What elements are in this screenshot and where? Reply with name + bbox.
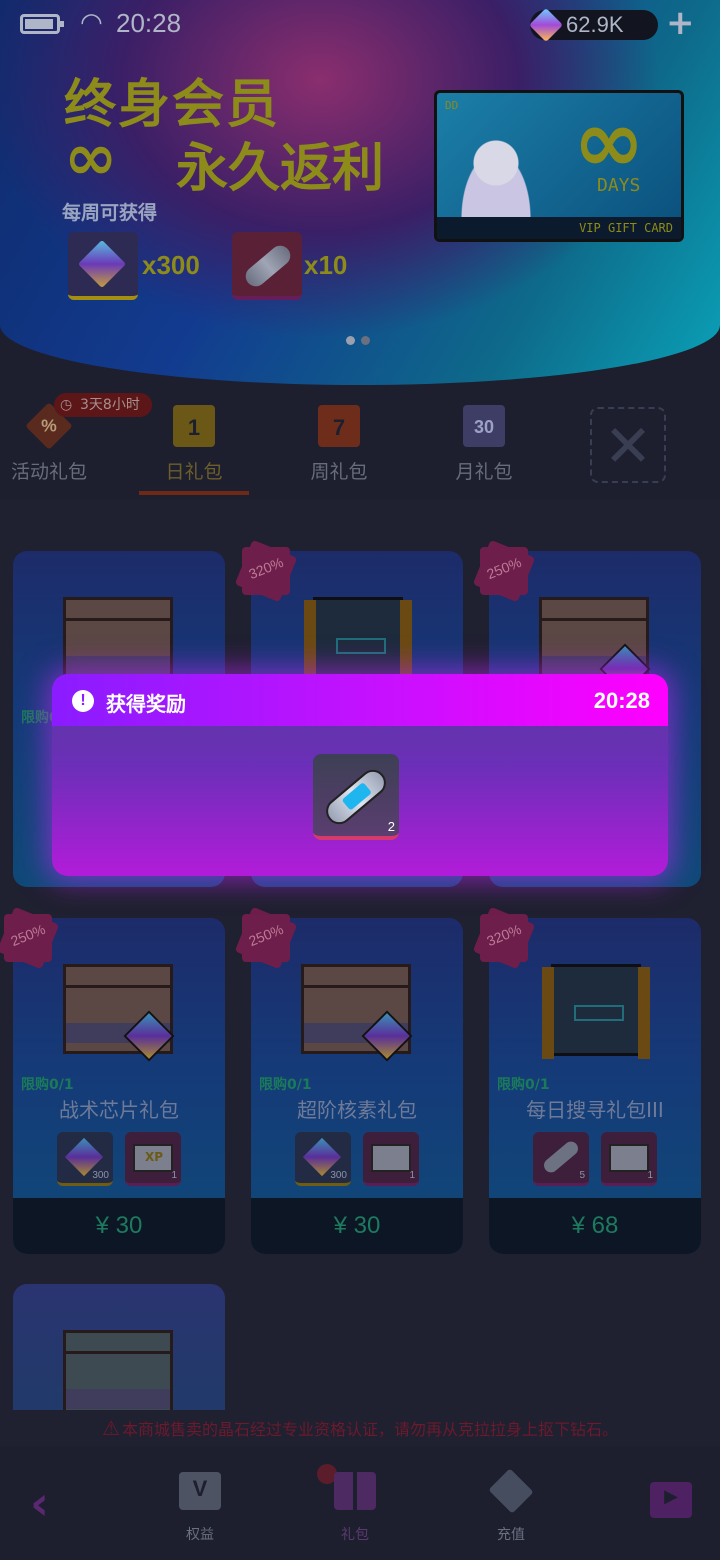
alert-icon: !	[72, 690, 94, 712]
nav-recharge[interactable]: 充值	[471, 1468, 551, 1544]
calendar-icon: 7	[318, 405, 360, 447]
tv-icon[interactable]	[650, 1482, 692, 1518]
tab-weekly-pack[interactable]: 7 周礼包	[284, 403, 394, 495]
purchase-limit: 限购0/1	[21, 1077, 74, 1093]
nav-benefits[interactable]: 权益	[160, 1472, 240, 1544]
product-name: 战术芯片礼包	[59, 1098, 179, 1122]
reward-item[interactable]: 2	[313, 754, 399, 840]
banner-reward-capsule	[232, 232, 302, 300]
tab-label: 活动礼包	[10, 461, 87, 483]
reward-gem: 300	[57, 1132, 113, 1186]
tab-monthly-pack[interactable]: 30 月礼包	[429, 403, 539, 495]
buy-button[interactable]: ¥ 30	[13, 1198, 225, 1254]
reward-quantity: 2	[387, 819, 395, 834]
warning-icon: ⚠	[102, 1416, 120, 1440]
popup-title: 获得奖励	[106, 692, 186, 716]
currency-amount: 62.9K	[566, 12, 624, 37]
bonus-badge: 250%	[472, 539, 536, 603]
popup-time: 20:28	[593, 688, 650, 713]
status-time: 20:28	[116, 8, 182, 38]
purchase-limit: 限购0/1	[259, 1077, 312, 1093]
product-grid: 限购0/1 320% 250% 250% 限购0/1 战术芯片礼包 300 XP…	[0, 500, 720, 1410]
carousel-dots[interactable]	[346, 330, 376, 349]
buy-button[interactable]: ¥ 68	[489, 1198, 701, 1254]
bonus-badge: 250%	[0, 906, 60, 970]
product-card[interactable]: 限购0/1 每日搜寻礼包III 5 1 ¥ 68	[489, 918, 701, 1254]
buy-button[interactable]: ¥ 30	[251, 1198, 463, 1254]
purchase-limit: 限购0/1	[497, 1077, 550, 1093]
infinity-icon: ∞	[573, 92, 645, 192]
currency-display: 62.9K	[529, 8, 658, 42]
bonus-badge: 250%	[234, 906, 298, 970]
gem-icon	[529, 8, 563, 42]
card-icon	[371, 1144, 411, 1172]
card-dd: DD	[445, 99, 459, 112]
card-label: VIP GIFT CARD	[437, 217, 681, 239]
add-currency-button[interactable]: +	[666, 6, 695, 40]
vip-banner[interactable]: 终身会员 ∞ 永久返利 每周可获得 x300 x10 DD ∞ DAYS VIP…	[0, 0, 720, 385]
reward-card: 1	[601, 1132, 657, 1186]
close-icon[interactable]: ✕	[590, 407, 666, 483]
supply-box-icon	[53, 958, 183, 1062]
nav-label: 权益	[186, 1527, 214, 1543]
xp-card-icon: XP	[133, 1144, 173, 1172]
reward-xp-card: XP 1	[125, 1132, 181, 1186]
banner-reward-capsule-qty: x10	[304, 250, 348, 280]
calendar-icon: 30	[463, 405, 505, 447]
product-card[interactable]: 限购0/1 超阶核素礼包 300 1 ¥ 30	[251, 918, 463, 1254]
card-days: DAYS	[597, 175, 641, 196]
nav-label: 充值	[497, 1527, 525, 1543]
bonus-badge: 320%	[234, 539, 298, 603]
warning-text: 本商城售卖的晶石经过专业资格认证，请勿再从克拉拉身上抠下钻石。	[121, 1420, 618, 1439]
tab-label: 日礼包	[165, 461, 223, 483]
infinity-icon: ∞	[64, 121, 118, 195]
back-button[interactable]: ‹	[30, 1476, 49, 1530]
tab-daily-pack[interactable]: 1 日礼包	[139, 403, 249, 495]
tab-label: 月礼包	[455, 461, 513, 483]
wifi-icon: ◠	[80, 8, 103, 38]
gem-icon	[77, 239, 127, 289]
carousel-dot[interactable]	[361, 336, 370, 345]
weekly-label: 每周可获得	[62, 202, 158, 224]
capsule-icon	[320, 764, 392, 830]
supply-box-icon	[291, 958, 421, 1062]
carousel-dot[interactable]	[346, 336, 355, 345]
product-name: 每日搜寻礼包III	[526, 1098, 664, 1122]
capsule-icon	[241, 241, 295, 291]
supply-box-icon	[53, 1324, 183, 1410]
reward-card: 1	[363, 1132, 419, 1186]
capsule-icon	[541, 1138, 581, 1176]
banner-reward-gem	[68, 232, 138, 300]
product-card[interactable]	[13, 1284, 225, 1410]
banner-reward-gem-qty: x300	[142, 250, 200, 280]
gift-icon	[334, 1472, 376, 1510]
calendar-icon: 1	[173, 405, 215, 447]
tab-label: 周礼包	[310, 461, 368, 483]
popup-header: ! 获得奖励 20:28	[52, 674, 668, 726]
reward-capsule: 5	[533, 1132, 589, 1186]
vip-icon	[179, 1472, 221, 1510]
product-name: 超阶核素礼包	[297, 1098, 417, 1122]
card-icon	[609, 1144, 649, 1172]
chip-icon	[529, 958, 659, 1059]
warning-notice: ⚠ 本商城售卖的晶石经过专业资格认证，请勿再从克拉拉身上抠下钻石。	[0, 1410, 720, 1446]
reward-gem: 300	[295, 1132, 351, 1186]
battery-icon	[20, 14, 64, 34]
bottom-nav: ‹ 权益 礼包 充值	[0, 1446, 720, 1560]
nav-label: 礼包	[341, 1527, 369, 1543]
product-card[interactable]: 限购0/1 战术芯片礼包 300 XP 1 ¥ 30	[13, 918, 225, 1254]
status-bar: ◠ 20:28 62.9K +	[0, 0, 720, 50]
countdown-timer: 3天8小时	[54, 393, 152, 417]
bonus-badge: 320%	[472, 906, 536, 970]
reward-popup[interactable]: ! 获得奖励 20:28 2	[52, 674, 668, 876]
vip-gift-card: DD ∞ DAYS VIP GIFT CARD	[434, 90, 684, 242]
cube-icon	[488, 1468, 534, 1514]
category-tabs: % 活动礼包 3天8小时 1 日礼包 7 周礼包 30 月礼包 ✕	[0, 385, 720, 500]
nav-packs[interactable]: 礼包	[315, 1464, 395, 1544]
active-tab-indicator	[139, 491, 249, 495]
banner-subline: 永久返利	[176, 139, 385, 199]
